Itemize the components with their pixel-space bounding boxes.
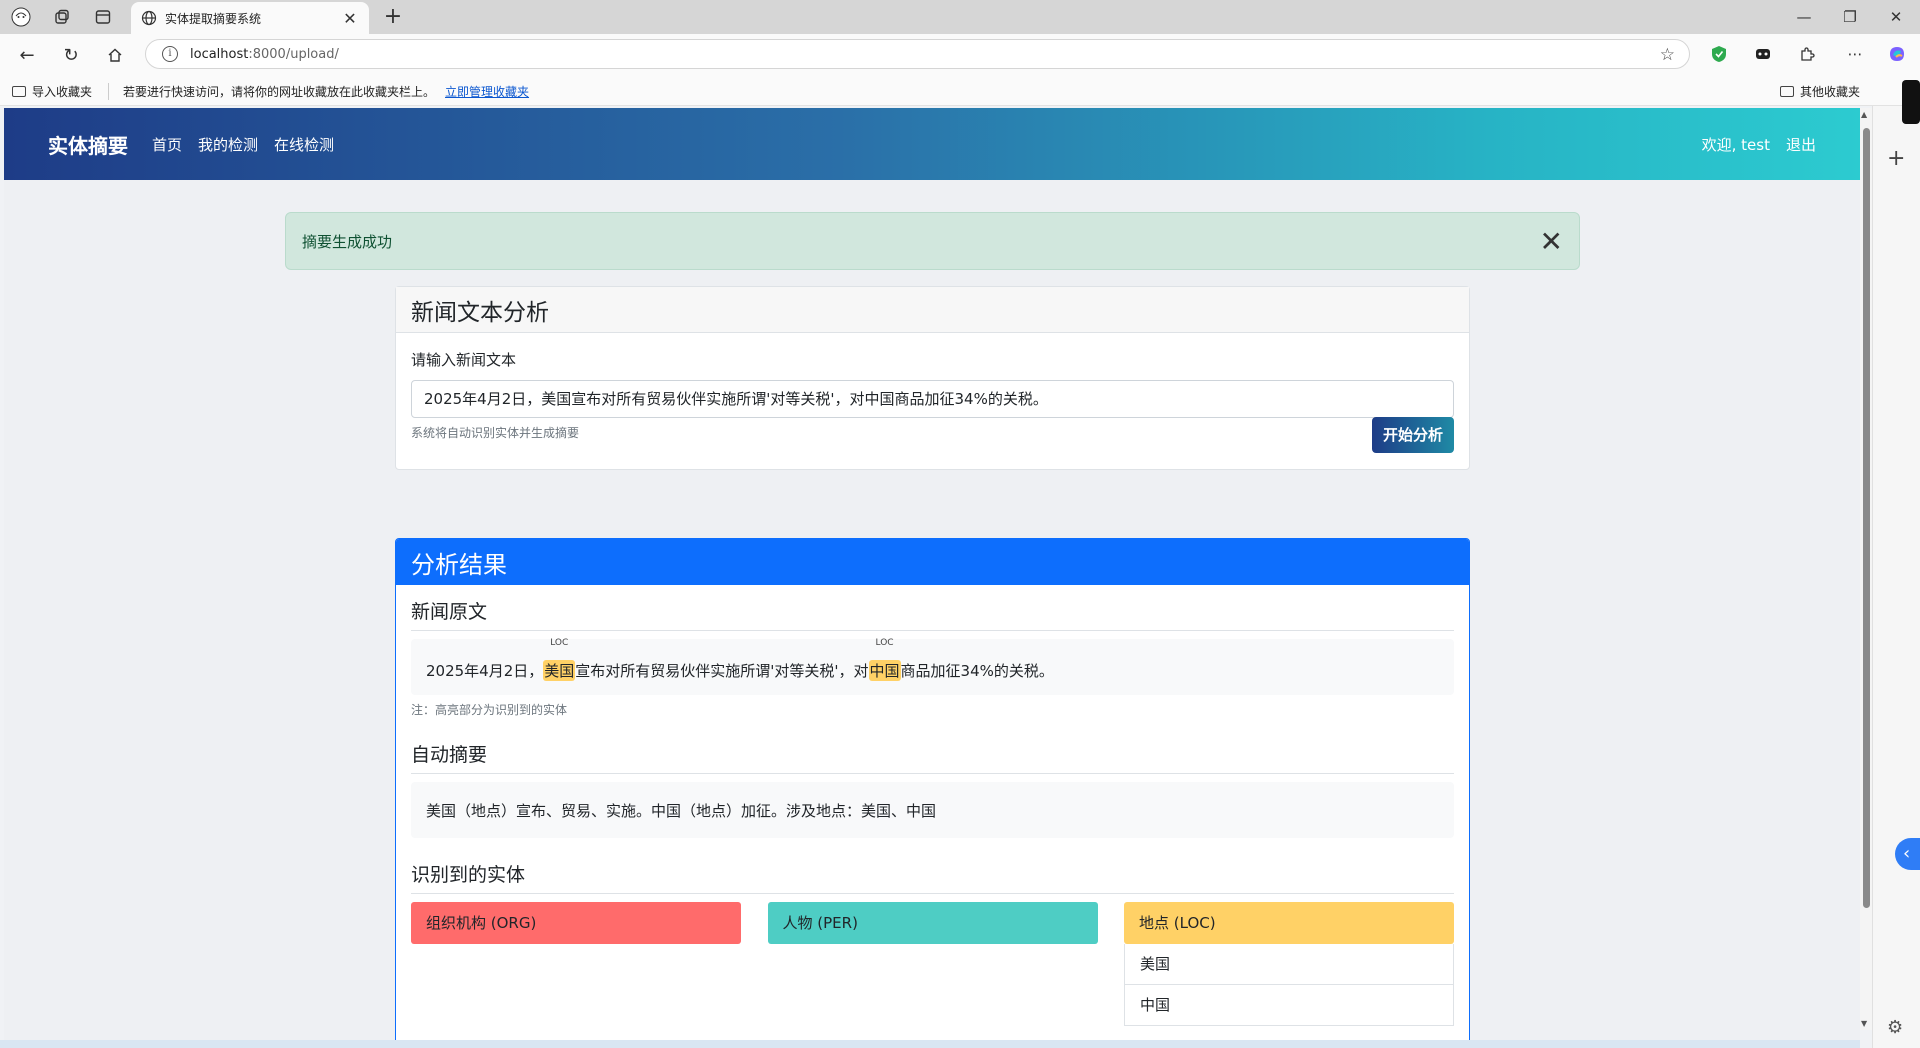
- entity-group-header: 组织机构 (ORG): [411, 902, 741, 944]
- globe-icon: [141, 10, 157, 26]
- scroll-up-icon[interactable]: ▲: [1861, 110, 1867, 119]
- analysis-form-card: 新闻文本分析 请输入新闻文本 2025年4月2日，美国宣布对所有贸易伙伴实施所谓…: [395, 286, 1470, 470]
- import-favorites-item[interactable]: 导入收藏夹: [12, 83, 92, 100]
- profile-avatar-icon[interactable]: [10, 6, 32, 28]
- site-info-icon[interactable]: i: [162, 46, 178, 62]
- nav-link-my-detections[interactable]: 我的检测: [198, 134, 258, 155]
- url-path: :8000/upload/: [248, 46, 339, 62]
- analysis-form-title: 新闻文本分析: [396, 287, 1469, 333]
- taskbar-strip: [0, 1040, 1860, 1048]
- site-navbar: 实体摘要 首页 我的检测 在线检测 欢迎, test 退出: [4, 108, 1860, 180]
- page-viewport: 实体摘要 首页 我的检测 在线检测 欢迎, test 退出 摘要生成成功 ✕ 新…: [4, 108, 1860, 1040]
- entity-tag: LOC: [550, 638, 569, 648]
- sidebar-add-icon[interactable]: +: [1887, 146, 1905, 171]
- bookmarks-hint: 若要进行快速访问，请将你的网址收藏放在此收藏夹栏上。 立即管理收藏夹: [108, 83, 529, 100]
- favorite-star-icon[interactable]: ☆: [1660, 45, 1675, 65]
- browser-tab-bar: 实体提取摘要系统 ✕ + — ❐ ✕: [0, 0, 1920, 34]
- bookmarks-bar: 导入收藏夹 若要进行快速访问，请将你的网址收藏放在此收藏夹栏上。 立即管理收藏夹…: [0, 74, 1920, 106]
- close-icon[interactable]: ✕: [1540, 225, 1563, 258]
- original-text-box: 2025年4月2日， LOC 美国 宣布对所有贸易伙伴实施所谓'对等关税'，对 …: [411, 638, 1454, 695]
- results-card: 分析结果 新闻原文 2025年4月2日， LOC 美国 宣布对所有贸易伙伴实施所…: [395, 538, 1470, 1040]
- news-text-help: 系统将自动识别实体并生成摘要: [411, 426, 580, 440]
- copilot-icon[interactable]: [1886, 43, 1908, 65]
- original-segment: 宣布对所有贸易伙伴实施所谓'对等关税'，对: [575, 662, 869, 680]
- new-tab-button[interactable]: +: [380, 4, 406, 30]
- minimize-button[interactable]: —: [1784, 4, 1824, 30]
- extensions-puzzle-icon[interactable]: [1796, 43, 1818, 65]
- close-window-button[interactable]: ✕: [1876, 4, 1916, 30]
- page-scrollbar[interactable]: ▲ ▼: [1860, 108, 1872, 1030]
- start-analysis-button[interactable]: 开始分析: [1371, 417, 1454, 453]
- import-folder-icon: [12, 86, 26, 97]
- refresh-icon[interactable]: ↻: [58, 42, 84, 68]
- url-input[interactable]: i localhost:8000/upload/ ☆: [145, 39, 1690, 69]
- back-icon[interactable]: ←: [14, 42, 40, 68]
- original-text-title: 新闻原文: [411, 597, 1454, 631]
- restore-button[interactable]: ❐: [1830, 4, 1870, 30]
- import-favorites-label: 导入收藏夹: [32, 85, 93, 99]
- chevron-left-icon[interactable]: ‹: [1895, 838, 1920, 870]
- sidebar-search-marker[interactable]: [1902, 80, 1920, 124]
- logout-link[interactable]: 退出: [1786, 134, 1816, 155]
- vertical-tabs-icon[interactable]: [92, 6, 114, 28]
- entity-highlight-china[interactable]: LOC 中国: [868, 638, 901, 681]
- home-icon[interactable]: [102, 42, 128, 68]
- news-text-label: 请输入新闻文本: [411, 351, 517, 369]
- workspaces-icon[interactable]: [51, 6, 73, 28]
- original-segment: 2025年4月2日，: [426, 662, 544, 680]
- entity-text: 中国: [869, 662, 900, 680]
- entity-list-item: 中国: [1124, 985, 1454, 1026]
- original-segment: 商品加征34%的关税。: [900, 662, 1054, 680]
- highlight-note: 注：高亮部分为识别到的实体: [411, 703, 568, 717]
- brand-logo[interactable]: 实体摘要: [48, 130, 128, 159]
- sidebar-settings-gear-icon[interactable]: ⚙: [1887, 1017, 1903, 1038]
- entity-group-header: 地点 (LOC): [1124, 902, 1454, 944]
- edge-sidebar: + ⚙: [1872, 106, 1920, 1048]
- nav-link-home[interactable]: 首页: [152, 134, 182, 155]
- tab-title: 实体提取摘要系统: [165, 11, 262, 26]
- scroll-down-icon[interactable]: ▼: [1861, 1019, 1867, 1028]
- entities-title: 识别到的实体: [411, 860, 1454, 894]
- summary-title: 自动摘要: [411, 740, 1454, 774]
- shield-extension-icon[interactable]: [1708, 43, 1730, 65]
- address-bar-row: ← ↻ i localhost:8000/upload/ ☆ ⋯: [0, 34, 1920, 74]
- close-tab-icon[interactable]: ✕: [341, 9, 359, 28]
- entity-list-item: 美国: [1124, 944, 1454, 985]
- entity-text: 美国: [544, 662, 575, 680]
- other-favorites-item[interactable]: 其他收藏夹: [1780, 83, 1860, 100]
- scrollbar-thumb[interactable]: [1863, 128, 1870, 908]
- manage-favorites-link[interactable]: 立即管理收藏夹: [445, 83, 529, 100]
- alert-message: 摘要生成成功: [302, 232, 393, 251]
- more-menu-icon[interactable]: ⋯: [1844, 43, 1866, 65]
- active-tab[interactable]: 实体提取摘要系统 ✕: [131, 2, 369, 34]
- other-folder-icon: [1780, 86, 1794, 97]
- other-favorites-label: 其他收藏夹: [1800, 85, 1861, 99]
- success-alert: 摘要生成成功 ✕: [285, 212, 1580, 270]
- entity-group-header: 人物 (PER): [767, 902, 1098, 944]
- summary-text: 美国（地点）宣布、贸易、实施。中国（地点）加征。涉及地点：美国、中国: [426, 801, 937, 820]
- entity-group-org: 组织机构 (ORG): [411, 902, 741, 1026]
- welcome-user: 欢迎, test: [1701, 135, 1770, 154]
- entity-columns: 组织机构 (ORG) 人物 (PER) 地点 (LOC) 美国 中国: [411, 902, 1454, 1026]
- game-extension-icon[interactable]: [1752, 43, 1774, 65]
- nav-link-online-detection[interactable]: 在线检测: [274, 134, 334, 155]
- summary-box: 美国（地点）宣布、贸易、实施。中国（地点）加征。涉及地点：美国、中国: [411, 782, 1454, 838]
- entity-tag: LOC: [875, 638, 894, 648]
- news-text-input[interactable]: 2025年4月2日，美国宣布对所有贸易伙伴实施所谓'对等关税'，对中国商品加征3…: [411, 380, 1454, 418]
- entity-group-per: 人物 (PER): [767, 902, 1098, 1026]
- entity-highlight-usa[interactable]: LOC 美国: [543, 638, 576, 681]
- entity-group-loc: 地点 (LOC) 美国 中国: [1124, 902, 1454, 1026]
- bookmarks-hint-text: 若要进行快速访问，请将你的网址收藏放在此收藏夹栏上。: [123, 85, 436, 99]
- results-title: 分析结果: [396, 539, 1469, 585]
- url-host: localhost: [190, 46, 249, 62]
